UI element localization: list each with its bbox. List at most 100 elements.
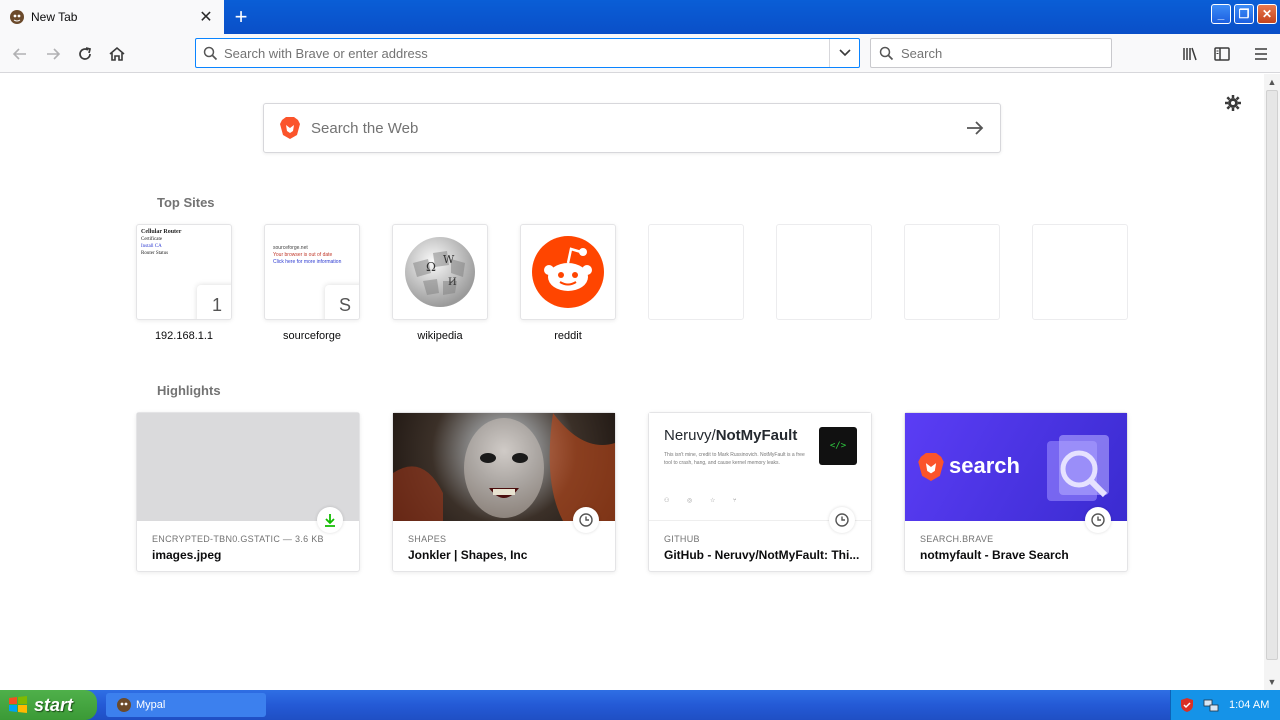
top-site-thumbnail [520, 224, 616, 320]
reddit-logo-icon [532, 236, 604, 308]
new-tab-page: Search the Web Top Sites Cellular Router… [0, 74, 1264, 690]
restore-button[interactable]: ❐ [1234, 4, 1254, 24]
download-icon [317, 507, 343, 533]
jonkler-face-image [393, 413, 615, 521]
scroll-up-icon[interactable]: ▲ [1264, 74, 1280, 90]
system-tray: 1:04 AM [1170, 690, 1280, 720]
top-site-empty [648, 224, 744, 320]
search-bar[interactable] [870, 38, 1112, 68]
menu-button[interactable] [1249, 42, 1273, 66]
highlight-title: notmyfault - Brave Search [920, 548, 1069, 562]
top-site-thumbnail: Cellular Router Certificate Install CA R… [136, 224, 232, 320]
empty-tile [1032, 224, 1128, 320]
web-search-box[interactable]: Search the Web [263, 103, 1001, 153]
brave-search-wordmark: search [949, 453, 1020, 478]
url-bar[interactable] [195, 38, 860, 68]
reload-icon [79, 47, 92, 60]
top-site-label: reddit [554, 330, 582, 342]
top-site-empty [776, 224, 872, 320]
nav-toolbar [0, 34, 1280, 73]
github-repo-description: This isn't mine, credit to Mark Russinov… [664, 452, 805, 466]
sf-preview-site: sourceforge.net [273, 245, 308, 251]
library-icon [1183, 47, 1197, 61]
top-site-sourceforge[interactable]: sourceforge.net Your browser is out of d… [264, 224, 360, 342]
highlight-card[interactable]: search SEARCH.BRAVE notmyfault - Brave S… [904, 412, 1128, 572]
top-site-router[interactable]: Cellular Router Certificate Install CA R… [136, 224, 232, 342]
brave-lion-icon [280, 117, 300, 139]
scrollbar-thumb[interactable] [1266, 90, 1278, 660]
highlight-image: Neruvy/NotMyFault This isn't mine, credi… [649, 413, 871, 521]
forward-button[interactable] [41, 42, 65, 66]
chevron-down-icon [838, 49, 851, 57]
network-icon[interactable] [1203, 697, 1219, 713]
clock-icon [829, 507, 855, 533]
arrow-left-icon [12, 48, 26, 60]
top-site-thumbnail: Ω W И [392, 224, 488, 320]
gear-icon[interactable] [1224, 94, 1242, 112]
github-stats-icons: ⚇ ◎ ☆ ⑂ [664, 498, 745, 504]
highlight-card[interactable]: ENCRYPTED-TBN0.GSTATIC — 3.6 KB images.j… [136, 412, 360, 572]
top-site-wikipedia[interactable]: Ω W И wikipedia [392, 224, 488, 342]
security-shield-icon[interactable] [1179, 697, 1195, 713]
sidebar-button[interactable] [1210, 42, 1234, 66]
highlight-title: images.jpeg [152, 548, 222, 562]
back-button[interactable] [8, 42, 32, 66]
tab-new-tab[interactable]: New Tab ✕ [0, 0, 224, 34]
url-input[interactable] [224, 45, 829, 61]
scroll-down-icon[interactable]: ▼ [1264, 674, 1280, 690]
arrow-right-icon[interactable] [964, 117, 986, 139]
start-button[interactable]: start [0, 690, 97, 720]
svg-text:Ω: Ω [426, 260, 436, 274]
highlight-image [393, 413, 615, 521]
close-window-button[interactable]: ✕ [1257, 4, 1277, 24]
highlights-heading: Highlights [157, 383, 221, 398]
top-site-reddit[interactable]: reddit [520, 224, 616, 342]
brave-lion-icon [918, 453, 944, 481]
github-repo-owner: Neruvy/ [664, 427, 716, 444]
top-site-label: sourceforge [282, 330, 342, 342]
search-icon [196, 46, 224, 61]
router-preview-link: Install CA [141, 244, 162, 249]
top-site-thumbnail: sourceforge.net Your browser is out of d… [264, 224, 360, 320]
wikipedia-logo-icon: Ω W И [405, 237, 475, 307]
highlight-title: Jonkler | Shapes, Inc [408, 548, 528, 562]
home-button[interactable] [105, 42, 129, 66]
close-tab-icon[interactable]: ✕ [196, 7, 216, 27]
clock-icon [1085, 507, 1111, 533]
taskbar-item-mypal[interactable]: Mypal [106, 693, 266, 717]
tab-title: New Tab [31, 10, 78, 24]
clock: 1:04 AM [1229, 699, 1270, 711]
highlight-source: GITHUB [664, 534, 700, 544]
svg-text:И: И [448, 277, 457, 288]
router-preview-line: Router Status [141, 251, 169, 256]
empty-tile [904, 224, 1000, 320]
sf-preview-line: Your browser is out of date [273, 252, 333, 258]
sidebar-icon [1214, 47, 1230, 61]
mypal-icon [10, 10, 24, 24]
reload-button[interactable] [73, 42, 97, 66]
empty-tile [776, 224, 872, 320]
github-repo-heading: Neruvy/NotMyFault [664, 427, 797, 444]
vertical-scrollbar[interactable]: ▲ ▼ [1264, 74, 1280, 690]
site-badge: S [325, 285, 359, 319]
web-search-placeholder: Search the Web [311, 119, 419, 137]
highlight-source: SHAPES [408, 534, 447, 544]
sf-preview-link: Click here for more information [273, 259, 342, 265]
sourceforge-page-preview: sourceforge.net Your browser is out of d… [265, 225, 359, 286]
code-icon: </> [819, 427, 857, 465]
mypal-icon [117, 698, 131, 712]
taskbar-item-label: Mypal [136, 699, 166, 711]
empty-tile [648, 224, 744, 320]
library-button[interactable] [1178, 42, 1202, 66]
github-repo-name: NotMyFault [715, 427, 798, 444]
title-bar: New Tab ✕ + _ ❐ ✕ [0, 0, 1280, 34]
windows-logo-icon [9, 696, 27, 713]
search-input[interactable] [901, 45, 1111, 61]
url-dropdown-button[interactable] [829, 39, 859, 67]
minimize-button[interactable]: _ [1211, 4, 1231, 24]
highlight-card[interactable]: Neruvy/NotMyFault This isn't mine, credi… [648, 412, 872, 572]
site-badge: 1 [197, 285, 231, 319]
highlight-source: ENCRYPTED-TBN0.GSTATIC — 3.6 KB [152, 534, 324, 544]
highlight-card[interactable]: SHAPES Jonkler | Shapes, Inc [392, 412, 616, 572]
new-tab-button[interactable]: + [228, 4, 254, 30]
